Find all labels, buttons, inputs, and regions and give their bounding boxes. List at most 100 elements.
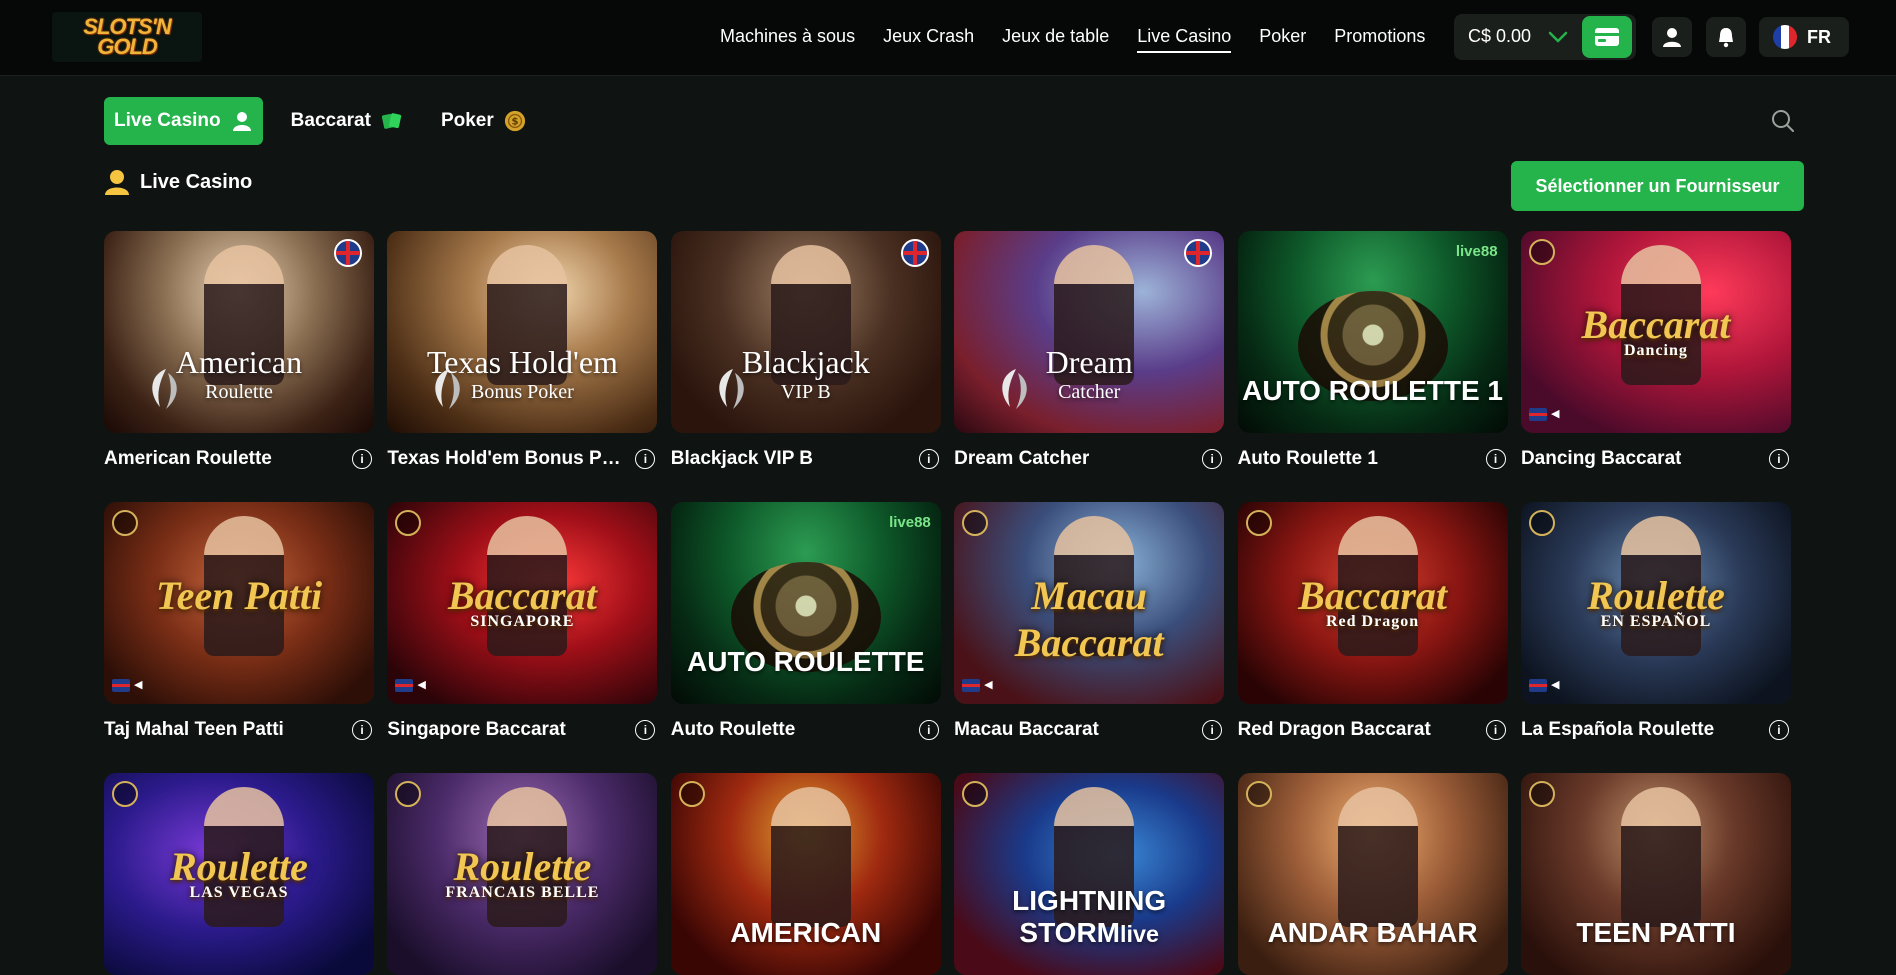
section-title: Live Casino	[140, 170, 253, 193]
game-title[interactable]: Texas Hold'em Bonus Po...	[387, 448, 623, 470]
game-grid: American Roulette American Roulette i Texas …	[104, 231, 1792, 975]
nav-crash-games[interactable]: Jeux Crash	[883, 22, 974, 51]
game-card[interactable]: Baccarat SINGAPORE ◀ Singapore Baccarat i	[387, 502, 658, 756]
info-icon[interactable]: i	[1768, 720, 1789, 740]
nav-poker[interactable]: Poker	[1259, 22, 1306, 51]
game-title[interactable]: Auto Roulette 1	[1238, 448, 1378, 470]
info-icon[interactable]: i	[1768, 449, 1789, 469]
game-card[interactable]: Macau Baccarat ◀ Macau Baccarat i	[954, 502, 1225, 756]
provider-badge-icon	[1245, 781, 1272, 807]
game-card[interactable]: Blackjack VIP B Blackjack VIP B i	[670, 231, 941, 485]
game-card[interactable]: AUTO ROULETTE live88 Auto Roulette i	[670, 502, 941, 756]
game-title[interactable]: Dream Catcher	[954, 448, 1089, 470]
game-thumbnail[interactable]: Macau Baccarat ◀	[954, 502, 1225, 704]
game-thumbnail[interactable]: Baccarat SINGAPORE ◀	[387, 502, 658, 704]
game-thumbnail[interactable]: Roulette EN ESPAÑOL ◀	[1520, 502, 1791, 704]
game-card[interactable]: LIGHTNING STORMlive	[954, 773, 1225, 975]
game-thumbnail[interactable]: Texas Hold'em Bonus Poker	[387, 231, 658, 433]
game-card[interactable]: ANDAR BAHAR	[1237, 773, 1508, 975]
game-thumbnail[interactable]: American Roulette	[104, 231, 374, 433]
game-thumbnail[interactable]: ANDAR BAHAR	[1237, 773, 1508, 975]
game-thumbnail[interactable]: AUTO ROULETTE live88	[670, 502, 941, 704]
game-card[interactable]: AUTO ROULETTE 1 live88 Auto Roulette 1 i	[1237, 231, 1508, 485]
game-thumbnail[interactable]: Baccarat Dancing ◀	[1520, 231, 1791, 433]
game-card[interactable]: Roulette EN ESPAÑOL ◀ La Española Roulette i	[1520, 502, 1791, 756]
game-thumbnail[interactable]: Roulette LAS VEGAS	[104, 773, 374, 975]
game-thumbnail[interactable]: Roulette FRANCAIS BELLE	[387, 773, 658, 975]
game-card[interactable]: Baccarat Red Dragon Red Dragon Baccarat i	[1237, 502, 1508, 756]
game-title[interactable]: American Roulette	[104, 448, 272, 470]
game-title[interactable]: Macau Baccarat	[954, 719, 1099, 741]
tab-live-casino[interactable]: Live Casino	[104, 97, 263, 145]
game-thumbnail[interactable]: AUTO ROULETTE 1 live88	[1237, 231, 1508, 433]
game-art-subtitle: Dancing	[1624, 342, 1688, 359]
dealer-icon	[105, 170, 129, 195]
info-icon[interactable]: i	[352, 720, 372, 740]
nav-promotions[interactable]: Promotions	[1334, 22, 1425, 51]
game-card[interactable]: TEEN PATTI	[1520, 773, 1791, 975]
nav-slots[interactable]: Machines à sous	[720, 22, 855, 51]
game-art-subtitle: Roulette	[205, 381, 273, 403]
search-icon[interactable]	[1770, 108, 1796, 134]
game-title[interactable]: Auto Roulette	[671, 719, 796, 741]
language-selector[interactable]: FR	[1759, 17, 1849, 57]
wallet-balance[interactable]: C$ 0.00	[1454, 14, 1636, 60]
profile-button[interactable]	[1652, 17, 1692, 57]
game-thumbnail[interactable]: Dream Catcher	[954, 231, 1225, 433]
site-logo[interactable]: SLOTS'N GOLD	[52, 12, 202, 62]
game-card[interactable]: Teen Patti ◀ Taj Mahal Teen Patti i	[104, 502, 374, 756]
info-icon[interactable]: i	[1485, 449, 1506, 469]
provider-badge-icon	[1528, 510, 1555, 536]
game-title[interactable]: Blackjack VIP B	[671, 448, 813, 470]
info-icon[interactable]: i	[352, 449, 372, 469]
select-provider-button[interactable]: Sélectionner un Fournisseur	[1511, 161, 1804, 211]
language-indicators: ◀	[1528, 408, 1564, 421]
game-card[interactable]: Texas Hold'em Bonus Poker Texas Hold'em Bo…	[387, 231, 658, 485]
game-thumbnail[interactable]: Teen Patti ◀	[104, 502, 374, 704]
notifications-button[interactable]	[1706, 17, 1746, 57]
section-heading: Live Casino	[104, 168, 252, 196]
game-thumbnail[interactable]: AMERICAN	[670, 773, 941, 975]
game-thumbnail[interactable]: Baccarat Red Dragon	[1237, 502, 1508, 704]
info-icon[interactable]: i	[635, 720, 656, 740]
game-art-title: Teen Patti	[155, 573, 323, 618]
game-card[interactable]: American Roulette American Roulette i	[104, 231, 374, 485]
provider-logo-icon	[435, 369, 461, 409]
game-art-subtitle: VIP B	[780, 381, 831, 403]
dealer-image	[1620, 787, 1701, 927]
balance-amount: C$ 0.00	[1468, 26, 1532, 46]
provider-logo-icon	[152, 369, 177, 409]
chevron-down-icon[interactable]	[1547, 26, 1569, 48]
game-meta: Auto Roulette i	[671, 704, 941, 756]
info-icon[interactable]: i	[918, 449, 939, 469]
info-icon[interactable]: i	[635, 449, 656, 469]
game-title[interactable]: Dancing Baccarat	[1521, 448, 1682, 470]
game-thumbnail[interactable]: LIGHTNING STORMlive	[954, 773, 1225, 975]
game-title[interactable]: Singapore Baccarat	[387, 719, 565, 741]
info-icon[interactable]: i	[1202, 720, 1223, 740]
tab-baccarat[interactable]: Baccarat	[281, 97, 413, 145]
info-icon[interactable]: i	[1202, 449, 1223, 469]
game-card[interactable]: Dream Catcher Dream Catcher i	[954, 231, 1225, 485]
game-card[interactable]: Roulette FRANCAIS BELLE	[387, 773, 658, 975]
deposit-button[interactable]	[1582, 16, 1632, 58]
game-art-title: Roulette EN ESPAÑOL	[1521, 572, 1791, 631]
speaker-icon: ◀	[1550, 679, 1560, 691]
info-icon[interactable]: i	[1485, 720, 1506, 740]
provider-badge-icon	[962, 781, 989, 807]
game-title[interactable]: Red Dragon Baccarat	[1238, 719, 1431, 741]
game-thumbnail[interactable]: TEEN PATTI	[1520, 773, 1791, 975]
game-title[interactable]: Taj Mahal Teen Patti	[104, 719, 284, 741]
game-art-subtitle: SINGAPORE	[470, 613, 575, 630]
game-card[interactable]: Baccarat Dancing ◀ Dancing Baccarat i	[1520, 231, 1791, 485]
chip-icon: $	[504, 110, 526, 132]
game-thumbnail[interactable]: Blackjack VIP B	[670, 231, 941, 433]
info-icon[interactable]: i	[918, 720, 939, 740]
speaker-icon: ◀	[1550, 408, 1560, 420]
nav-live-casino[interactable]: Live Casino	[1137, 22, 1232, 53]
game-card[interactable]: Roulette LAS VEGAS	[104, 773, 374, 975]
game-title[interactable]: La Española Roulette	[1521, 719, 1714, 741]
tab-poker[interactable]: Poker $	[431, 97, 536, 145]
nav-table-games[interactable]: Jeux de table	[1002, 22, 1109, 51]
game-card[interactable]: AMERICAN	[670, 773, 941, 975]
